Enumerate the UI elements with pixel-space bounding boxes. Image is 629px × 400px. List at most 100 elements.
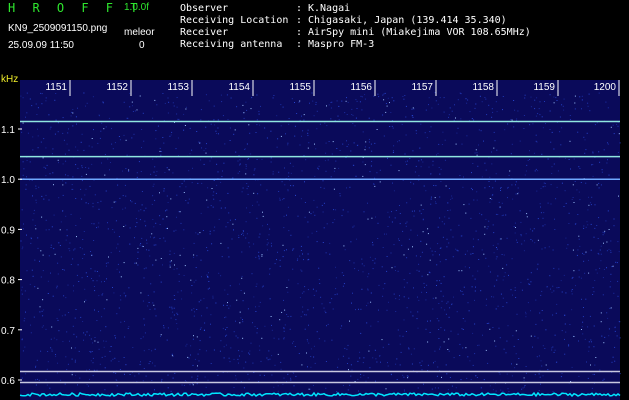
- noise-speck: [551, 166, 553, 168]
- noise-speck: [346, 348, 348, 350]
- noise-speck: [324, 340, 326, 342]
- noise-speck: [85, 105, 86, 107]
- noise-speck: [399, 343, 401, 345]
- noise-speck: [159, 215, 161, 217]
- noise-speck: [497, 275, 499, 277]
- noise-speck: [199, 232, 201, 234]
- noise-speck: [99, 137, 101, 139]
- noise-speck: [578, 375, 580, 377]
- noise-speck: [398, 240, 400, 241]
- noise-speck: [104, 367, 106, 369]
- noise-speck: [352, 114, 354, 116]
- noise-speck: [524, 94, 526, 96]
- noise-speck: [189, 384, 191, 386]
- noise-speck: [457, 127, 459, 129]
- noise-speck: [448, 217, 450, 219]
- noise-speck: [307, 132, 309, 134]
- noise-speck: [534, 335, 536, 337]
- noise-speck: [462, 329, 464, 330]
- noise-speck: [252, 322, 253, 324]
- noise-speck: [436, 280, 438, 282]
- noise-speck: [438, 320, 440, 322]
- noise-speck: [585, 298, 587, 300]
- noise-speck: [183, 275, 185, 276]
- noise-speck: [392, 182, 393, 184]
- noise-speck: [81, 165, 83, 167]
- noise-speck: [362, 271, 364, 273]
- noise-speck: [171, 131, 173, 133]
- noise-speck: [239, 164, 241, 166]
- noise-speck: [141, 237, 143, 239]
- noise-speck: [284, 324, 286, 326]
- noise-speck: [583, 227, 585, 229]
- noise-speck: [551, 173, 553, 174]
- noise-speck: [496, 256, 498, 258]
- noise-speck: [312, 100, 314, 102]
- noise-speck: [601, 335, 603, 337]
- noise-speck: [209, 233, 211, 235]
- noise-speck: [96, 280, 98, 282]
- noise-speck: [393, 244, 395, 246]
- noise-speck: [536, 356, 538, 358]
- noise-speck: [179, 186, 181, 188]
- noise-speck: [253, 169, 255, 171]
- noise-speck: [81, 167, 83, 169]
- noise-speck: [573, 158, 575, 160]
- noise-speck: [107, 228, 109, 230]
- noise-speck: [439, 280, 441, 282]
- noise-speck: [307, 340, 309, 342]
- noise-speck: [58, 162, 59, 164]
- noise-speck: [489, 201, 491, 203]
- noise-speck: [90, 338, 92, 340]
- noise-speck: [554, 229, 556, 230]
- noise-speck: [258, 258, 260, 260]
- noise-speck: [577, 249, 579, 251]
- noise-speck: [520, 235, 522, 237]
- noise-speck: [596, 184, 598, 186]
- noise-speck: [507, 325, 509, 327]
- noise-speck: [338, 358, 339, 360]
- noise-speck: [502, 109, 503, 111]
- noise-speck: [38, 379, 40, 381]
- noise-speck: [479, 95, 481, 97]
- noise-speck: [222, 170, 223, 172]
- noise-speck: [163, 325, 165, 327]
- noise-speck: [86, 102, 88, 104]
- noise-speck: [325, 387, 327, 389]
- noise-speck: [226, 305, 228, 306]
- noise-speck: [290, 377, 292, 379]
- noise-speck: [118, 360, 120, 362]
- noise-speck: [264, 325, 266, 327]
- noise-speck: [187, 202, 189, 204]
- noise-speck: [349, 260, 351, 262]
- noise-speck: [378, 284, 380, 286]
- noise-speck: [448, 350, 450, 352]
- noise-speck: [434, 387, 436, 389]
- time-tick-label: 1158: [472, 82, 494, 93]
- noise-speck: [302, 311, 304, 313]
- noise-speck: [128, 326, 130, 328]
- noise-speck: [243, 231, 244, 232]
- noise-speck: [327, 323, 329, 325]
- noise-speck: [523, 379, 525, 381]
- noise-speck: [545, 364, 547, 366]
- noise-speck: [537, 113, 539, 115]
- noise-speck: [213, 191, 215, 193]
- noise-speck: [233, 229, 234, 231]
- noise-speck: [439, 217, 441, 219]
- noise-speck: [347, 211, 349, 213]
- noise-speck: [546, 286, 548, 288]
- noise-speck: [613, 218, 615, 220]
- noise-speck: [77, 264, 79, 266]
- noise-speck: [229, 285, 231, 287]
- noise-speck: [543, 212, 545, 214]
- noise-speck: [107, 262, 109, 264]
- noise-speck: [64, 153, 66, 155]
- noise-speck: [386, 309, 388, 311]
- noise-speck: [23, 320, 25, 322]
- noise-speck: [197, 375, 199, 377]
- noise-speck: [91, 254, 93, 256]
- noise-speck: [485, 169, 487, 171]
- noise-speck: [143, 277, 145, 279]
- noise-speck: [128, 171, 130, 172]
